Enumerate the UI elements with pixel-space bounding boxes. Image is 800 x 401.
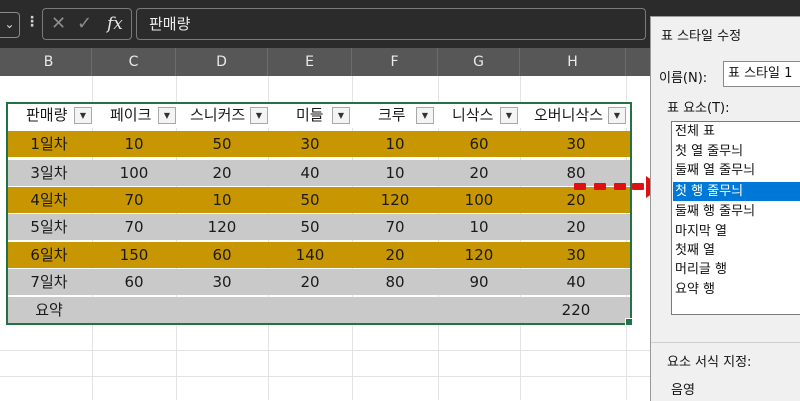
arrow-dash	[614, 183, 626, 190]
insert-function-icon[interactable]: fx	[107, 14, 123, 34]
column-header[interactable]: G	[438, 48, 520, 76]
formula-controls: ✕ ✓ fx	[42, 8, 132, 40]
list-item[interactable]: 머리글 행	[673, 260, 800, 279]
enter-icon[interactable]: ✓	[77, 13, 92, 34]
list-item[interactable]: 첫 열 줄무늬	[673, 142, 800, 161]
more-options-icon[interactable]: ⋮	[25, 14, 39, 30]
table-elements-label: 표 요소(T):	[667, 101, 730, 116]
fill-handle[interactable]	[625, 318, 633, 326]
list-item[interactable]: 둘째 열 줄무늬	[673, 161, 800, 180]
grid-line	[0, 376, 650, 377]
dialog-title: 표 스타일 수정	[661, 29, 742, 44]
modify-table-style-dialog: 표 스타일 수정 이름(N): 표 스타일 1 표 요소(T): 전체 표 첫 …	[650, 16, 800, 401]
list-item-selected[interactable]: 첫 행 줄무늬	[673, 182, 800, 201]
list-item[interactable]: 전체 표	[673, 122, 800, 141]
style-name-input[interactable]: 표 스타일 1	[723, 61, 800, 87]
column-header[interactable]: E	[268, 48, 352, 76]
list-item[interactable]: 첫째 열	[673, 241, 800, 260]
cancel-icon[interactable]: ✕	[51, 13, 66, 34]
element-formatting-label: 요소 서식 지정:	[667, 355, 752, 370]
column-header[interactable]: C	[92, 48, 176, 76]
formula-input[interactable]: 판매량	[136, 8, 646, 40]
arrow-dash	[574, 183, 586, 190]
arrow-dash	[594, 183, 606, 190]
column-header[interactable]: B	[6, 48, 92, 76]
column-header[interactable]: H	[520, 48, 626, 76]
name-box-dropdown[interactable]: ⌄	[0, 12, 20, 38]
list-item[interactable]: 마지막 열	[673, 222, 800, 241]
list-item[interactable]: 요약 행	[673, 280, 800, 299]
column-header[interactable]: D	[176, 48, 268, 76]
column-headers: B C D E F G H	[0, 48, 650, 76]
selection-border	[6, 102, 632, 325]
divider	[651, 342, 800, 343]
column-header[interactable]: F	[352, 48, 438, 76]
element-formatting-value: 음영	[671, 383, 695, 398]
list-item[interactable]: 둘째 행 줄무늬	[673, 202, 800, 221]
arrow-dash	[632, 183, 644, 190]
name-label: 이름(N):	[659, 71, 708, 86]
grid-line	[0, 350, 650, 351]
table-elements-list[interactable]: 전체 표 첫 열 줄무늬 둘째 열 줄무늬 첫 행 줄무늬 둘째 행 줄무늬 마…	[671, 121, 800, 315]
